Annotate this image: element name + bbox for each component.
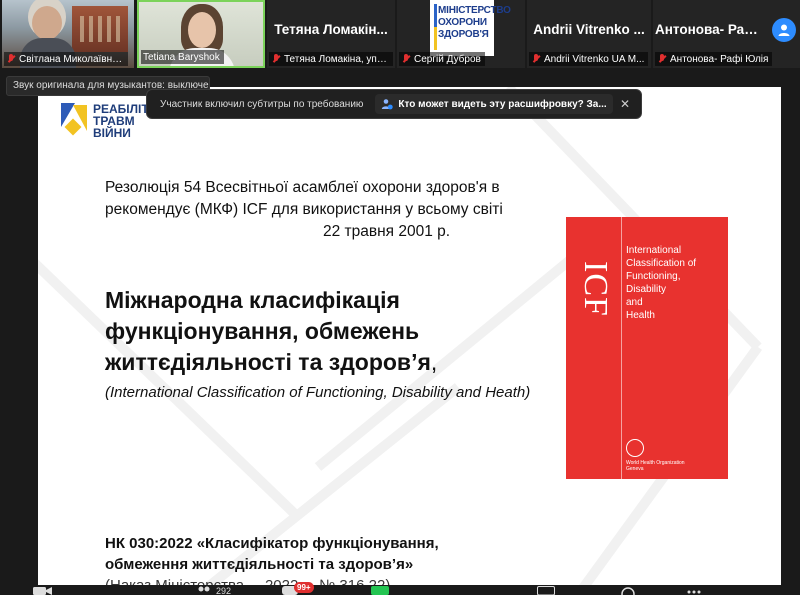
- participant-name: Антонова- Рафі Юлія: [670, 53, 769, 65]
- captions-toast: Участник включил субтитры по требованию …: [146, 89, 642, 119]
- person-icon: [778, 24, 790, 36]
- resolution-body: Резолюція 54 Всесвітньої асамблеї охорон…: [105, 179, 503, 218]
- resolution-text: Резолюція 54 Всесвітньої асамблеї охорон…: [105, 177, 535, 243]
- book-spine-title: ICF: [577, 261, 614, 317]
- mic-muted-icon: [531, 54, 541, 64]
- book-subtitle-line: Disability: [626, 284, 667, 295]
- participants-icon[interactable]: [196, 586, 212, 595]
- people-info-icon: [382, 99, 394, 110]
- participant-tile-6[interactable]: Антонова- Рафі... Антонова- Рафі Юлія: [653, 0, 800, 68]
- reactions-icon[interactable]: [620, 586, 636, 595]
- brand-line: ВІЙНИ: [93, 126, 131, 140]
- toast-message: Участник включил субтитры по требованию: [160, 98, 364, 110]
- participant-name: Сергій Дубров: [414, 53, 481, 65]
- slide-title: Міжнародна класифікація функціонування, …: [105, 285, 505, 378]
- english-title: (International Classification of Functio…: [105, 384, 531, 401]
- flag-icon: [434, 4, 437, 50]
- participant-tile-4[interactable]: МІНІСТЕРСТВО ОХОРОНИ ЗДОРОВ'Я Сергій Дуб…: [397, 0, 525, 68]
- participant-caption: Andrii Vitrenko UA M...: [529, 52, 649, 66]
- participant-face: [32, 6, 62, 40]
- participant-face: [188, 12, 216, 48]
- participant-name: Andrii Vitrenko UA M...: [544, 53, 645, 65]
- participant-caption: Сергій Дубров: [399, 52, 485, 66]
- slide-title-trail: ,: [430, 349, 438, 375]
- shared-screen-slide: РЕАБІЛІТАЦІЯ ТРАВМ ВІЙНИ Резолюція 54 Вс…: [38, 87, 781, 595]
- participant-tile-1[interactable]: Світлана Миколаївна ...: [2, 0, 134, 68]
- resolution-date: 22 травня 2001 р.: [323, 223, 451, 240]
- close-icon[interactable]: ✕: [617, 97, 633, 111]
- participant-tile-5[interactable]: Andrii Vitrenko ... Andrii Vitrenko UA M…: [527, 0, 651, 68]
- slide-title-text: Міжнародна класифікація функціонування, …: [105, 287, 431, 375]
- book-spine: [566, 217, 622, 479]
- book-publisher-line: Geneva: [626, 466, 644, 472]
- video-camera-icon[interactable]: [33, 586, 53, 595]
- captions-icon[interactable]: [537, 586, 555, 595]
- participant-tile-3[interactable]: Тетяна Ломакін... Тетяна Ломакіна, упо..…: [267, 0, 395, 68]
- mic-muted-icon: [6, 54, 16, 64]
- mic-muted-icon: [401, 54, 411, 64]
- book-subtitle-line: Functioning,: [626, 271, 681, 282]
- participant-display-name: Тетяна Ломакін...: [274, 22, 388, 37]
- participant-display-name: Andrii Vitrenko ...: [533, 22, 645, 37]
- ministry-logo: МІНІСТЕРСТВО ОХОРОНИ ЗДОРОВ'Я: [430, 0, 511, 56]
- participant-caption: Tetiana Baryshok: [141, 50, 224, 64]
- participant-caption: Світлана Миколаївна ...: [4, 52, 128, 66]
- participant-name: Tetiana Baryshok: [143, 51, 220, 63]
- brand-mark-icon: [61, 103, 89, 136]
- transcript-visibility-link-text: Кто может видеть эту расшифровку? За...: [398, 98, 607, 110]
- who-emblem-icon: [626, 439, 644, 457]
- participant-caption: Антонова- Рафі Юлія: [655, 52, 773, 66]
- book-subtitle: International Classification of Function…: [626, 244, 722, 322]
- chat-unread-badge: 99+: [294, 582, 314, 593]
- transcript-visibility-link[interactable]: Кто может видеть эту расшифровку? За...: [375, 94, 613, 114]
- book-publisher: World Health Organization Geneva: [626, 460, 685, 472]
- icf-book-cover: ICF International Classification of Func…: [566, 217, 728, 479]
- participant-tile-2[interactable]: Tetiana Baryshok: [137, 0, 265, 68]
- participant-name: Тетяна Ломакіна, упо...: [284, 53, 389, 65]
- background-building: [72, 6, 128, 52]
- more-icon[interactable]: [686, 586, 702, 595]
- book-subtitle-line: Classification of: [626, 258, 697, 269]
- book-subtitle-line: Health: [626, 310, 655, 321]
- share-screen-icon[interactable]: [371, 586, 389, 595]
- mic-muted-icon: [657, 54, 667, 64]
- participant-caption: Тетяна Ломакіна, упо...: [269, 52, 393, 66]
- book-subtitle-line: International: [626, 245, 682, 256]
- participant-count: 292: [216, 586, 232, 595]
- participant-name: Світлана Миколаївна ...: [19, 53, 124, 65]
- meeting-toolbar: [0, 585, 800, 595]
- nk-standard-text: НК 030:2022 «Класифікатор функціонування…: [105, 535, 439, 573]
- book-subtitle-line: and: [626, 297, 643, 308]
- logo-text: МІНІСТЕРСТВО ОХОРОНИ ЗДОРОВ'Я: [438, 5, 511, 40]
- participant-options-button[interactable]: [772, 18, 796, 42]
- participant-strip: Світлана Миколаївна ... Tetiana Baryshok…: [0, 0, 800, 70]
- mic-muted-icon: [271, 54, 281, 64]
